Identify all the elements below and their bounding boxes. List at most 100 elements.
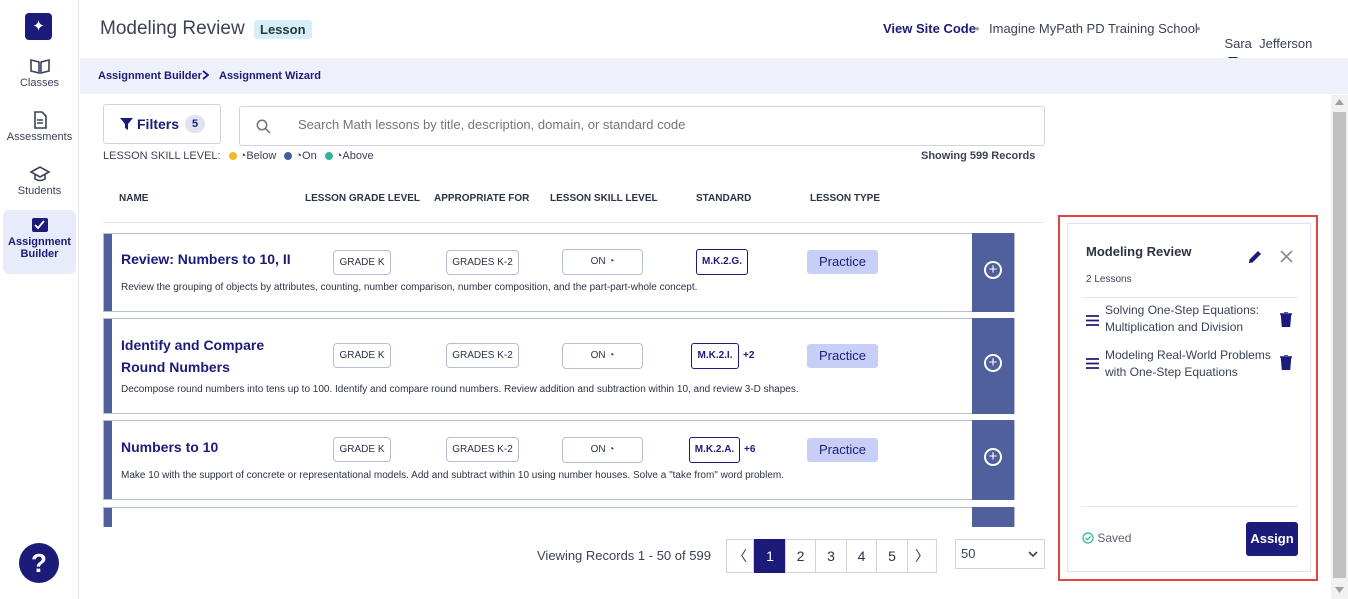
saved-text: Saved <box>1097 531 1132 545</box>
panel-divider <box>1082 297 1298 298</box>
table-row[interactable]: Review: Numbers to 10, II GRADE K GRADES… <box>103 233 1015 312</box>
panel-divider <box>1082 506 1298 507</box>
row-stripe <box>104 508 112 527</box>
next-page-button[interactable]: 〉 <box>907 539 937 573</box>
standard-code[interactable]: M.K.2.I. <box>691 343 739 369</box>
drag-handle-icon[interactable] <box>1086 358 1099 369</box>
search-box <box>239 106 1045 146</box>
filter-icon <box>120 118 133 130</box>
assignment-title: Modeling Review <box>1086 244 1192 259</box>
prev-page-button[interactable]: 〈 <box>726 539 754 573</box>
table-row[interactable] <box>103 507 1015 527</box>
nav-label-assignment-builder: Assignment Builder <box>8 236 71 260</box>
skill-level-pill: ON ◔ <box>562 249 643 275</box>
nav-item-classes[interactable]: Classes <box>3 57 76 89</box>
nav-label-students: Students <box>17 185 62 197</box>
table-row[interactable]: Identify and Compare Round Numbers GRADE… <box>103 318 1015 414</box>
app-logo-icon[interactable]: ✦ <box>25 13 52 40</box>
left-nav: ✦ Classes Assessments Students Assignmen… <box>0 0 79 599</box>
assignment-panel: Modeling Review 2 Lessons Solving One-St… <box>1067 223 1311 572</box>
page-button-5[interactable]: 5 <box>876 539 908 573</box>
page-button-3[interactable]: 3 <box>815 539 847 573</box>
records-count: Showing 599 Records <box>921 150 1036 162</box>
pencil-icon[interactable] <box>1247 249 1263 265</box>
skill-legend-on: On <box>302 150 317 162</box>
lesson-title[interactable]: Numbers to 10 <box>121 436 218 458</box>
add-lesson-button[interactable]: + <box>984 448 1002 466</box>
per-page-select[interactable]: 50 <box>955 539 1045 569</box>
col-header-standard[interactable]: STANDARD <box>696 193 751 204</box>
gauge-icon: ◔ <box>608 350 615 361</box>
help-button[interactable]: ? <box>19 543 59 583</box>
add-lesson-column: + <box>972 318 1014 414</box>
col-header-skill-level[interactable]: LESSON SKILL LEVEL <box>550 193 658 204</box>
nav-item-assignment-builder[interactable]: Assignment Builder <box>3 210 76 274</box>
scroll-up-arrow-icon[interactable] <box>1335 99 1344 105</box>
appropriate-for-pill: GRADES K-2 <box>446 343 519 368</box>
school-name: Imagine MyPath PD Training School <box>989 21 1198 36</box>
row-stripe <box>104 234 112 311</box>
more-standards[interactable]: +2 <box>743 350 754 361</box>
gauge-icon: ◔ <box>608 444 615 455</box>
drag-handle-icon[interactable] <box>1086 315 1099 326</box>
nav-item-students[interactable]: Students <box>3 165 76 197</box>
page-button-4[interactable]: 4 <box>846 539 877 573</box>
appropriate-for-pill: GRADES K-2 <box>446 250 519 275</box>
lesson-title[interactable]: Review: Numbers to 10, II <box>121 248 291 270</box>
add-lesson-button[interactable]: + <box>984 354 1002 372</box>
add-lesson-column: + <box>972 233 1014 312</box>
separator-dot: • <box>975 21 980 36</box>
breadcrumb-assignment-builder[interactable]: Assignment Builder <box>98 70 202 82</box>
lesson-title[interactable]: Identify and Compare Round Numbers <box>121 334 301 378</box>
col-header-appropriate-for[interactable]: APPROPRIATE FOR <box>434 193 529 204</box>
lesson-description: Review the grouping of objects by attrib… <box>121 282 698 293</box>
standard-code[interactable]: M.K.2.G. <box>696 249 748 275</box>
page-button-1[interactable]: 1 <box>754 539 786 573</box>
skill-level-text: ON <box>590 350 606 361</box>
lesson-count: 2 Lessons <box>1086 274 1132 285</box>
skill-legend-above: Above <box>342 150 374 162</box>
breadcrumb-assignment-wizard[interactable]: Assignment Wizard <box>219 70 321 82</box>
more-standards[interactable]: +6 <box>744 444 755 455</box>
filters-count-badge: 5 <box>185 115 205 133</box>
page-button-2[interactable]: 2 <box>785 539 816 573</box>
lesson-type-badge: Practice <box>807 344 878 368</box>
view-site-code-link[interactable]: View Site Code <box>883 21 976 36</box>
header-divider <box>103 222 1044 223</box>
grade-level-pill: GRADE K <box>333 437 391 462</box>
saved-status: Saved <box>1082 531 1131 545</box>
graduation-cap-icon <box>28 166 51 182</box>
skill-level-legend: LESSON SKILL LEVEL: ◔Below ◔On ◔Above <box>103 150 374 162</box>
skill-level-text: ON <box>590 444 606 455</box>
search-input[interactable] <box>298 117 998 132</box>
scrollbar-thumb[interactable] <box>1333 112 1346 578</box>
col-header-name[interactable]: NAME <box>119 193 148 204</box>
document-icon <box>33 111 47 129</box>
trash-icon[interactable] <box>1280 312 1292 327</box>
table-row[interactable]: Numbers to 10 GRADE K GRADES K-2 ON ◔ M.… <box>103 420 1015 500</box>
on-dot-icon <box>284 152 293 161</box>
separator-dot: • <box>1196 21 1201 36</box>
chevron-right-icon <box>202 70 209 80</box>
standard-code[interactable]: M.K.2.A. <box>689 437 740 463</box>
lesson-type-badge: Practice <box>807 438 878 462</box>
add-lesson-button[interactable]: + <box>984 261 1002 279</box>
top-header: Modeling Review Lesson View Site Code • … <box>80 0 1348 63</box>
assign-button[interactable]: Assign <box>1246 522 1298 556</box>
user-name: Sara Jefferson <box>1224 36 1313 51</box>
assignment-lesson-item: Modeling Real-World Problems with One-St… <box>1105 348 1271 379</box>
close-icon[interactable] <box>1280 250 1293 263</box>
scroll-down-arrow-icon[interactable] <box>1335 587 1344 593</box>
nav-label-assessments: Assessments <box>6 131 73 143</box>
per-page-value: 50 <box>961 546 976 561</box>
col-header-grade-level[interactable]: LESSON GRADE LEVEL <box>305 193 420 204</box>
col-header-lesson-type[interactable]: LESSON TYPE <box>810 193 880 204</box>
below-dot-icon <box>228 152 237 161</box>
nav-label-classes: Classes <box>19 77 60 89</box>
skill-legend-below: Below <box>246 150 277 162</box>
trash-icon[interactable] <box>1280 355 1292 370</box>
nav-item-assessments[interactable]: Assessments <box>3 111 76 143</box>
grade-level-pill: GRADE K <box>333 250 391 275</box>
row-stripe <box>104 319 112 413</box>
grade-level-pill: GRADE K <box>333 343 391 368</box>
